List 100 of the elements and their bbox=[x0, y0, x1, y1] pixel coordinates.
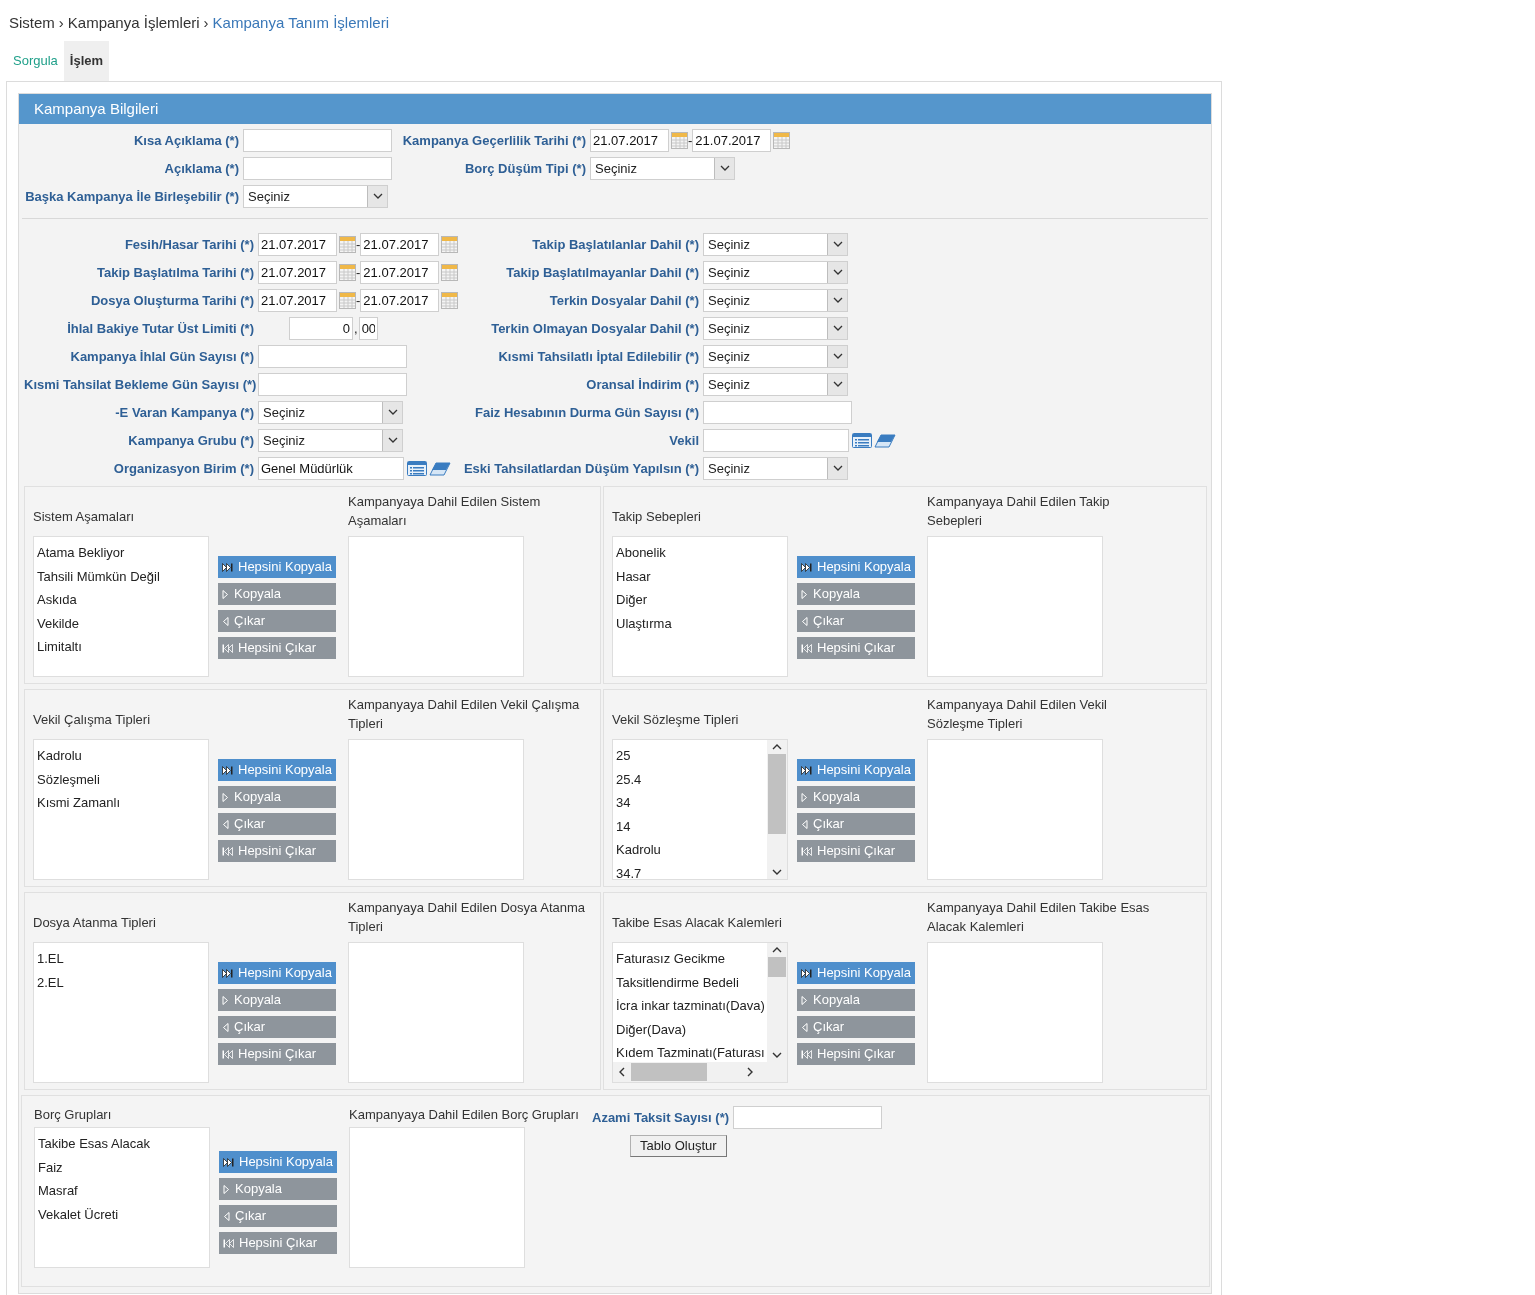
copy-all-icon bbox=[222, 562, 233, 572]
field-label: Kampanya İhlal Gün Sayısı (*) bbox=[69, 347, 254, 366]
list-item[interactable]: 2.EL bbox=[37, 970, 208, 994]
chevron-down-icon bbox=[827, 318, 847, 339]
list-item[interactable]: Atama Bekliyor bbox=[37, 541, 208, 565]
input-field[interactable]: 21.07.2017 bbox=[258, 233, 337, 256]
list-item[interactable]: Kadrolu bbox=[37, 744, 208, 768]
chevron-down-icon bbox=[827, 458, 847, 479]
list-item[interactable]: Kıdem Tazminatı(Faturası bbox=[616, 1041, 767, 1062]
list-item[interactable]: Diğer bbox=[616, 588, 787, 612]
dropdown[interactable]: Seçiniz bbox=[243, 185, 388, 208]
input-field[interactable]: 21.07.2017 bbox=[360, 233, 440, 256]
dropdown[interactable]: Seçiniz bbox=[703, 233, 848, 256]
list-box[interactable]: 25 25.4 34 14 Kadrolu 34.7 bbox=[612, 739, 788, 880]
dropdown[interactable]: Seçiniz bbox=[258, 401, 403, 424]
list-title: Sistem Aşamaları bbox=[33, 508, 135, 527]
calendar-icon bbox=[339, 292, 356, 309]
chevron-up-icon[interactable] bbox=[772, 946, 782, 953]
dropdown[interactable]: Seçiniz bbox=[703, 261, 848, 284]
list-box[interactable] bbox=[349, 1127, 525, 1268]
list-box[interactable] bbox=[927, 739, 1103, 880]
input-field[interactable]: 21.07.2017 bbox=[258, 261, 337, 284]
list-box[interactable] bbox=[348, 536, 524, 677]
list-item[interactable]: Kadrolu bbox=[616, 838, 767, 862]
input-field[interactable]: 21.07.2017 bbox=[590, 129, 669, 152]
list-item[interactable]: Faiz bbox=[38, 1155, 209, 1179]
vertical-scrollbar[interactable] bbox=[767, 943, 787, 1062]
list-item[interactable]: Askıda bbox=[37, 588, 208, 612]
list-box[interactable]: Takibe Esas Alacak Faiz Masraf Vekalet Ücreti bbox=[34, 1127, 210, 1268]
list-item[interactable]: Masraf bbox=[38, 1179, 209, 1203]
list-item[interactable]: Abonelik bbox=[616, 541, 787, 565]
list-item[interactable]: 34 bbox=[616, 791, 767, 815]
list-box[interactable]: Atama Bekliyor Tahsili Mümkün Değil Askıda Vekilde Limitaltı bbox=[33, 536, 209, 677]
dropdown[interactable]: Seçiniz bbox=[590, 157, 735, 180]
dropdown[interactable]: Seçiniz bbox=[258, 429, 403, 452]
list-item[interactable]: Diğer(Dava) bbox=[616, 1017, 767, 1041]
breadcrumb-separator: › bbox=[58, 12, 64, 33]
tab[interactable]: İşlem bbox=[63, 41, 110, 81]
chevron-down-icon[interactable] bbox=[772, 869, 782, 876]
input-field[interactable]: 21.07.2017 bbox=[258, 289, 337, 312]
scroll-thumb[interactable] bbox=[768, 754, 786, 834]
list-box[interactable]: Faturasız Gecikme Taksitlendirme Bedeli İcra inkar tazminatı(Dava) Diğer(Dava) Kıdem Tazminatı(Faturası bbox=[612, 942, 788, 1083]
input-field[interactable] bbox=[258, 373, 407, 396]
vertical-scrollbar[interactable] bbox=[767, 740, 787, 879]
list-item[interactable]: Tahsili Mümkün Değil bbox=[37, 564, 208, 588]
list-item[interactable]: Kısmi Zamanlı bbox=[37, 791, 208, 815]
list-item[interactable]: 14 bbox=[616, 814, 767, 838]
list-box[interactable]: Kadrolu Sözleşmeli Kısmi Zamanlı bbox=[33, 739, 209, 880]
input-field[interactable] bbox=[733, 1106, 883, 1129]
list-box[interactable]: Abonelik Hasar Diğer Ulaştırma bbox=[612, 536, 788, 677]
dropdown[interactable]: Seçiniz bbox=[703, 317, 848, 340]
list-item[interactable]: Taksitlendirme Bedeli bbox=[616, 970, 767, 994]
input-field[interactable] bbox=[243, 157, 392, 180]
chevron-down-icon bbox=[827, 346, 847, 367]
list-box[interactable] bbox=[348, 739, 524, 880]
list-item[interactable]: Faturasız Gecikme bbox=[616, 947, 767, 971]
input-field[interactable]: Genel Müdürlük bbox=[258, 457, 404, 480]
list-box[interactable] bbox=[348, 942, 524, 1083]
dropdown[interactable]: Seçiniz bbox=[703, 345, 848, 368]
copy-all-icon bbox=[801, 562, 812, 572]
chevron-left-icon[interactable] bbox=[618, 1067, 625, 1077]
list-box[interactable] bbox=[927, 536, 1103, 677]
list-item[interactable]: 25 bbox=[616, 744, 767, 768]
scroll-thumb[interactable] bbox=[768, 957, 786, 977]
list-box[interactable] bbox=[927, 942, 1103, 1083]
list-item[interactable]: Sözleşmeli bbox=[37, 767, 208, 791]
chevron-right-icon[interactable] bbox=[747, 1067, 754, 1077]
list-item[interactable]: Ulaştırma bbox=[616, 611, 787, 635]
create-table-button[interactable]: Tablo Oluştur bbox=[630, 1135, 727, 1157]
input-field[interactable] bbox=[703, 429, 849, 452]
breadcrumb-link[interactable]: Sistem bbox=[9, 11, 55, 35]
input-field[interactable]: 21.07.2017 bbox=[360, 261, 440, 284]
chevron-down-icon[interactable] bbox=[772, 1052, 782, 1059]
input-field[interactable] bbox=[258, 345, 407, 368]
list-title: Kampanyaya Dahil Edilen Takip Sebepleri bbox=[927, 494, 1110, 528]
list-item[interactable]: Vekilde bbox=[37, 611, 208, 635]
dropdown[interactable]: Seçiniz bbox=[703, 373, 848, 396]
chevron-down-icon bbox=[714, 158, 734, 179]
input-field[interactable]: 21.07.2017 bbox=[692, 129, 772, 152]
breadcrumb-link[interactable]: Kampanya İşlemleri bbox=[67, 11, 200, 35]
input-field[interactable]: 0 bbox=[289, 317, 353, 340]
list-item[interactable]: Limitaltı bbox=[37, 635, 208, 659]
list-item[interactable]: 34.7 bbox=[616, 861, 767, 879]
list-item[interactable]: Vekalet Ücreti bbox=[38, 1202, 209, 1226]
chevron-up-icon[interactable] bbox=[772, 743, 782, 750]
list-item[interactable]: Hasar bbox=[616, 564, 787, 588]
input-field[interactable]: 00 bbox=[358, 317, 378, 340]
list-item[interactable]: 1.EL bbox=[37, 947, 208, 971]
list-item[interactable]: İcra inkar tazminatı(Dava) bbox=[616, 994, 767, 1018]
list-item[interactable]: Takibe Esas Alacak bbox=[38, 1132, 209, 1156]
input-field[interactable]: 21.07.2017 bbox=[360, 289, 440, 312]
field-label: Açıklama (*) bbox=[163, 159, 239, 178]
dropdown[interactable]: Seçiniz bbox=[703, 457, 848, 480]
input-field[interactable] bbox=[703, 401, 852, 424]
horizontal-scrollbar[interactable] bbox=[613, 1062, 787, 1082]
list-item[interactable]: 25.4 bbox=[616, 767, 767, 791]
list-box[interactable]: 1.EL 2.EL bbox=[33, 942, 209, 1083]
dropdown[interactable]: Seçiniz bbox=[703, 289, 848, 312]
input-field[interactable] bbox=[243, 129, 392, 152]
scroll-thumb[interactable] bbox=[631, 1063, 707, 1081]
